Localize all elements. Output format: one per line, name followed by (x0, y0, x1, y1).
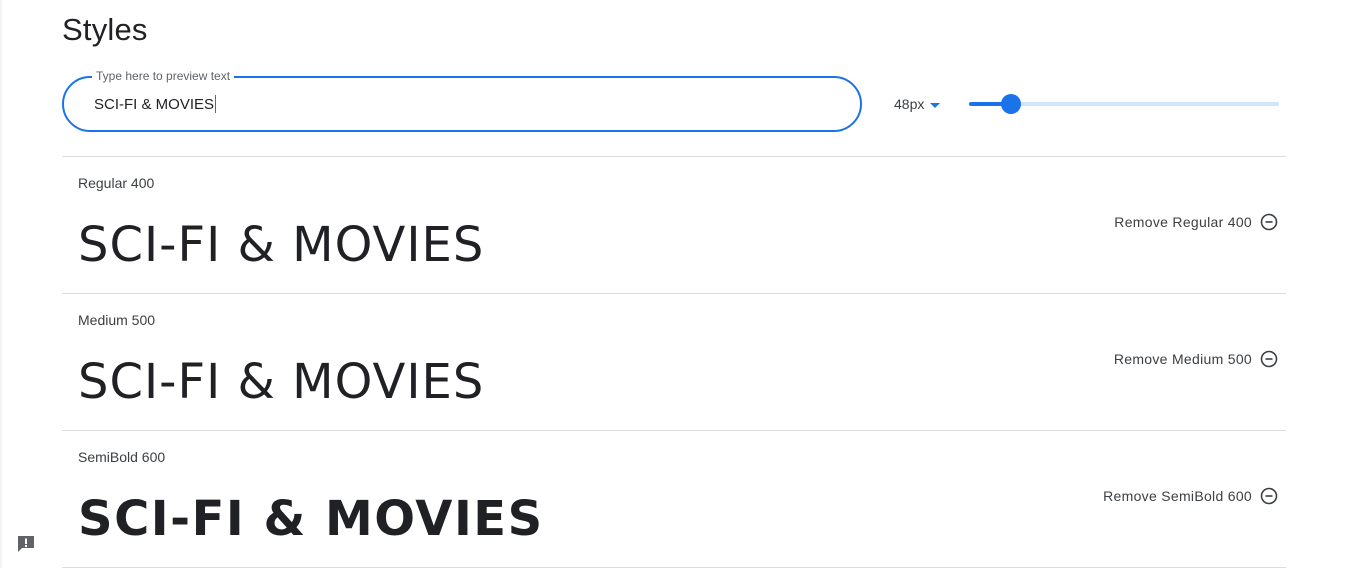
text-caret (215, 95, 217, 113)
slider-thumb[interactable] (1000, 94, 1021, 114)
preview-text-input[interactable]: SCI-FI & MOVIES (94, 92, 834, 116)
remove-semibold-600-button[interactable]: Remove SemiBold 600 (1103, 487, 1278, 505)
font-size-value: 48px (894, 96, 925, 112)
style-sample-text: SCI-FI & MOVIES (78, 217, 485, 273)
style-list: Regular 400 SCI-FI & MOVIES Remove Regul… (62, 156, 1286, 568)
preview-text-field[interactable]: Type here to preview text SCI-FI & MOVIE… (62, 68, 862, 132)
style-name: Regular 400 (78, 175, 155, 191)
styles-page: Styles Type here to preview text SCI-FI … (0, 0, 1346, 568)
remove-button-label: Remove Regular 400 (1114, 214, 1252, 230)
preview-text-value: SCI-FI & MOVIES (94, 95, 215, 113)
style-row-medium-500: Medium 500 SCI-FI & MOVIES Remove Medium… (62, 293, 1286, 430)
left-divider (0, 0, 2, 568)
style-name: SemiBold 600 (78, 449, 166, 465)
remove-button-label: Remove SemiBold 600 (1103, 488, 1252, 504)
remove-circle-icon (1260, 213, 1278, 231)
section-title: Styles (62, 12, 148, 47)
style-name: Medium 500 (78, 312, 156, 328)
remove-circle-icon (1260, 487, 1278, 505)
remove-regular-400-button[interactable]: Remove Regular 400 (1114, 213, 1278, 231)
style-row-semibold-600: SemiBold 600 SCI-FI & MOVIES Remove Semi… (62, 430, 1286, 568)
preview-text-label: Type here to preview text (92, 68, 235, 84)
style-row-regular-400: Regular 400 SCI-FI & MOVIES Remove Regul… (62, 156, 1286, 293)
style-sample-text: SCI-FI & MOVIES (78, 354, 485, 410)
style-sample-text: SCI-FI & MOVIES (78, 491, 544, 547)
remove-button-label: Remove Medium 500 (1113, 351, 1252, 367)
remove-circle-icon (1260, 350, 1278, 368)
font-size-slider[interactable] (969, 94, 1279, 114)
feedback-icon[interactable] (16, 534, 36, 554)
dropdown-arrow-icon (930, 102, 941, 108)
remove-medium-500-button[interactable]: Remove Medium 500 (1114, 350, 1278, 368)
font-size-dropdown[interactable]: 48px (894, 94, 941, 114)
